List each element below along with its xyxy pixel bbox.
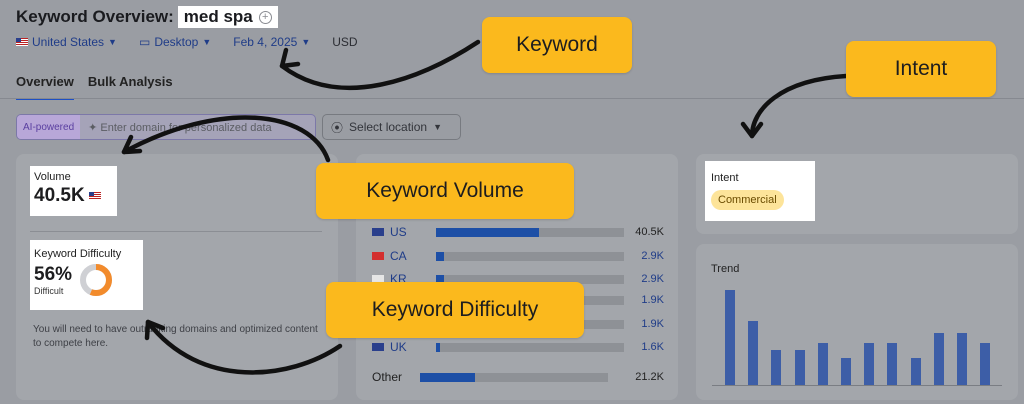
kd-value: 56%	[34, 264, 73, 285]
intent-badge: Commercial	[711, 190, 784, 210]
device-filter[interactable]: ▭ Desktop ▼	[139, 35, 211, 49]
country-volume-bar	[420, 372, 608, 382]
country-volume-value: 21.2K	[635, 371, 664, 383]
domain-input[interactable]: ✦ Enter domain for personalized data	[80, 121, 272, 134]
intent-widget: Intent Commercial	[705, 161, 815, 221]
trend-bar	[887, 343, 898, 385]
device-filter-label: Desktop	[154, 35, 199, 49]
card-divider	[30, 231, 322, 232]
intent-callout: Intent	[846, 41, 996, 97]
kd-note: You will need to have outranking domains…	[33, 324, 318, 349]
country-volume-fill	[436, 251, 444, 261]
keyword-chip[interactable]: med spa +	[177, 6, 278, 28]
country-flag-icon	[372, 343, 384, 351]
desktop-icon: ▭	[138, 35, 151, 49]
us-flag-icon	[16, 38, 28, 46]
country-filter[interactable]: United States ▼	[16, 35, 117, 49]
intent-label: Intent	[711, 172, 739, 184]
country-code: CA	[390, 249, 407, 263]
trend-bar	[817, 343, 828, 385]
date-filter-label: Feb 4, 2025	[233, 35, 298, 49]
country-volume-value: 40.5K	[635, 226, 664, 238]
trend-card	[696, 244, 1018, 400]
country-volume-value: 1.9K	[641, 294, 664, 306]
trend-bar	[910, 358, 921, 385]
trend-bar	[864, 343, 875, 385]
intent-arrowhead	[740, 121, 764, 139]
ai-powered-tag: AI-powered	[17, 115, 81, 139]
trend-bar	[980, 343, 991, 385]
country-row[interactable]: CA 2.9K	[372, 249, 664, 263]
add-keyword-icon[interactable]: +	[258, 10, 272, 24]
kd-sublabel: Difficult	[34, 286, 64, 296]
country-volume-value: 2.9K	[641, 250, 664, 262]
volume-value: 40.5K	[34, 185, 85, 206]
country-volume-bar	[436, 227, 624, 237]
currency-label: USD	[332, 35, 358, 49]
country-code: UK	[390, 340, 407, 354]
tab-overview[interactable]: Overview	[16, 74, 74, 100]
chevron-down-icon: ▼	[202, 37, 212, 47]
volume-label: Volume	[34, 171, 71, 183]
country-row[interactable]: Other 21.2K	[372, 370, 664, 384]
kd-label: Keyword Difficulty	[34, 248, 122, 260]
trend-label: Trend	[711, 263, 740, 275]
country-volume-value: 2.9K	[641, 273, 664, 285]
difficulty-callout: Keyword Difficulty	[326, 282, 584, 338]
country-code: US	[390, 225, 407, 239]
keyword-text: med spa	[183, 7, 253, 26]
trend-bar	[794, 349, 805, 385]
difficulty-ring	[80, 264, 113, 296]
country-code: Other	[372, 370, 403, 384]
trend-bar	[957, 332, 967, 385]
country-flag-icon	[372, 228, 384, 236]
country-volume-fill	[436, 227, 540, 237]
us-flag-icon	[88, 192, 101, 200]
country-volume-bar	[436, 251, 624, 261]
location-pin-icon: ⦿	[331, 120, 344, 135]
tab-bar: Overview Bulk Analysis	[16, 74, 173, 100]
volume-callout: Keyword Volume	[316, 163, 574, 219]
ai-domain-bar: AI-powered ✦ Enter domain for personaliz…	[16, 114, 316, 140]
page-title: Keyword Overview: med spa +	[16, 6, 278, 28]
trend-bar	[841, 358, 851, 385]
country-row[interactable]: UK 1.6K	[372, 340, 664, 354]
keyword-callout: Keyword	[482, 17, 632, 73]
tab-bulk-analysis[interactable]: Bulk Analysis	[88, 74, 173, 100]
country-volume-value: 1.6K	[641, 341, 664, 353]
country-volume-fill	[436, 342, 440, 352]
country-flag-icon	[372, 252, 384, 260]
date-filter[interactable]: Feb 4, 2025 ▼	[233, 35, 310, 49]
chevron-down-icon: ▼	[108, 37, 117, 47]
trend-bar	[771, 349, 782, 385]
keyword-arrowhead	[279, 47, 301, 69]
chevron-down-icon: ▼	[301, 37, 311, 47]
volume-widget: Volume 40.5K	[30, 166, 117, 216]
page-title-text: Keyword Overview:	[16, 7, 174, 26]
domain-input-placeholder: Enter domain for personalized data	[100, 121, 272, 134]
trend-bar	[725, 290, 735, 385]
trend-baseline	[712, 385, 1002, 386]
intent-arrow	[749, 73, 849, 139]
country-volume-fill	[420, 372, 475, 382]
country-volume-value: 1.9K	[641, 318, 664, 330]
chevron-down-icon: ▼	[433, 122, 442, 132]
location-select[interactable]: ⦿ Select location ▼	[322, 114, 461, 140]
trend-bar	[748, 321, 759, 385]
country-row[interactable]: US 40.5K	[372, 225, 664, 239]
country-filter-label: United States	[32, 35, 105, 49]
keyword-difficulty-widget: Keyword Difficulty 56% Difficult	[30, 240, 143, 310]
trend-bar	[933, 332, 944, 385]
country-volume-bar	[436, 342, 624, 352]
tab-divider	[0, 98, 1024, 99]
filter-bar: United States ▼ ▭ Desktop ▼ Feb 4, 2025 …	[16, 35, 358, 49]
location-select-label: Select location	[349, 120, 428, 134]
